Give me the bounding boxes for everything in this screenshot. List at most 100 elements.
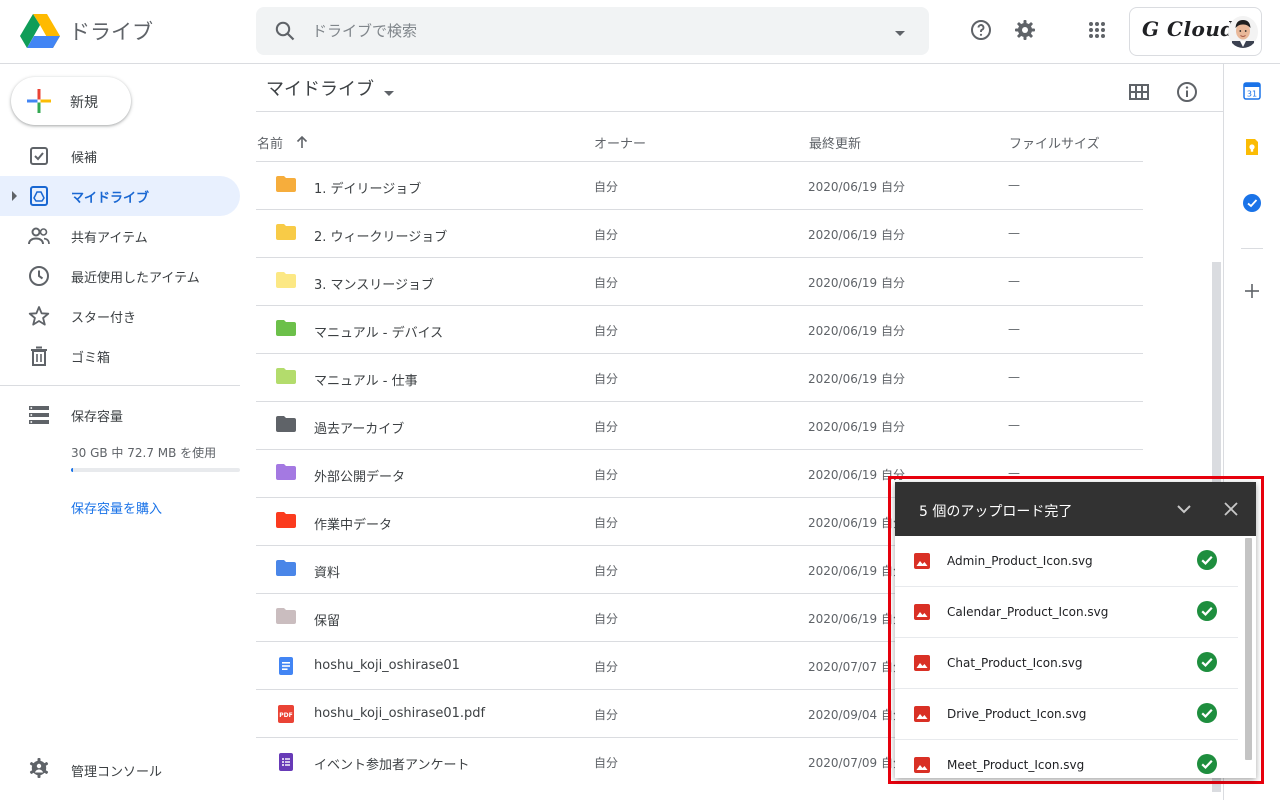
breadcrumb-caret-icon[interactable] — [383, 83, 395, 102]
file-name: マニュアル - デバイス — [314, 326, 444, 341]
file-name: 過去アーカイブ — [314, 422, 405, 437]
people-icon — [27, 224, 51, 248]
file-owner: 自分 — [594, 468, 619, 482]
plus-icon — [27, 89, 51, 117]
expand-arrow-icon[interactable] — [12, 191, 17, 201]
svg-text:31: 31 — [1247, 90, 1257, 99]
collapse-chevron-icon[interactable] — [1172, 497, 1196, 521]
table-row[interactable]: マニュアル - デバイス 自分 2020/06/19 自分 — — [256, 305, 1143, 353]
file-size: — — [1008, 274, 1020, 288]
column-header-size[interactable]: ファイルサイズ — [1009, 133, 1100, 152]
sidebar-item-my-drive[interactable]: マイドライブ — [0, 176, 240, 216]
storage-usage-text: 30 GB 中 72.7 MB を使用 — [71, 446, 217, 460]
sidebar-item-label: 最近使用したアイテム — [71, 271, 200, 286]
folder-icon — [276, 176, 296, 196]
details-button[interactable] — [1167, 74, 1207, 114]
file-name: hoshu_koji_oshirase01.pdf — [314, 706, 486, 721]
table-row[interactable]: 1. デイリージョブ 自分 2020/06/19 自分 — — [256, 161, 1143, 209]
admin-gear-icon — [27, 756, 51, 784]
file-modified: 2020/06/19 自分 — [808, 420, 905, 434]
sidebar-item-label: マイドライブ — [71, 191, 150, 206]
tasks-icon — [1242, 193, 1262, 217]
sidebar-item-label: 候補 — [71, 151, 98, 166]
upload-list: Admin_Product_Icon.svg Calendar_Product_I… — [895, 536, 1256, 778]
search-icon[interactable] — [273, 19, 297, 47]
file-name: イベント参加者アンケート — [314, 758, 470, 773]
column-header-name[interactable]: 名前 — [257, 133, 283, 152]
upload-item[interactable]: Calendar_Product_Icon.svg — [895, 587, 1256, 638]
apps-grid-icon — [1085, 18, 1109, 46]
file-name: hoshu_koji_oshirase01 — [314, 658, 460, 673]
toolbar-divider — [256, 111, 1223, 112]
image-file-icon — [913, 756, 931, 778]
table-row[interactable]: 3. マンスリージョブ 自分 2020/06/19 自分 — — [256, 257, 1143, 305]
sidebar-item-trash[interactable]: ゴミ箱 — [0, 336, 240, 376]
table-row[interactable]: 2. ウィークリージョブ 自分 2020/06/19 自分 — — [256, 209, 1143, 257]
upload-item[interactable]: Drive_Product_Icon.svg — [895, 689, 1256, 740]
help-button[interactable] — [961, 12, 1001, 52]
file-size: — — [1008, 322, 1020, 336]
upload-item[interactable]: Meet_Product_Icon.svg — [895, 740, 1256, 778]
upload-file-name: Admin_Product_Icon.svg — [947, 554, 1093, 568]
document-icon — [276, 656, 296, 680]
new-button[interactable]: 新規 — [11, 77, 131, 125]
file-name: 2. ウィークリージョブ — [314, 230, 448, 245]
calendar-addon-button[interactable]: 31 — [1239, 80, 1265, 106]
search-input[interactable] — [312, 7, 872, 55]
admin-console-link[interactable]: 管理コンソール — [0, 754, 240, 784]
buy-storage-link[interactable]: 保存容量を購入 — [71, 498, 162, 517]
file-owner: 自分 — [594, 228, 619, 242]
file-modified: 2020/06/19 自分 — [808, 372, 905, 386]
storage-usage-bar — [71, 468, 240, 472]
keep-addon-button[interactable] — [1239, 136, 1265, 162]
folder-icon — [276, 320, 296, 340]
file-owner: 自分 — [594, 756, 619, 770]
sidebar-item-suggested[interactable]: 候補 — [0, 136, 240, 176]
file-owner: 自分 — [594, 420, 619, 434]
file-name: 資料 — [314, 566, 341, 581]
upload-item[interactable]: Admin_Product_Icon.svg — [895, 536, 1256, 587]
upload-scrollbar[interactable] — [1245, 538, 1252, 760]
get-addons-button[interactable] — [1239, 280, 1265, 306]
help-icon — [969, 18, 993, 46]
clock-icon — [27, 264, 51, 288]
svg-text:PDF: PDF — [279, 712, 292, 719]
upload-item[interactable]: Chat_Product_Icon.svg — [895, 638, 1256, 689]
file-modified: 2020/06/19 自分 — [808, 228, 905, 242]
search-options-icon[interactable] — [888, 21, 912, 49]
search-bar[interactable] — [256, 7, 929, 55]
apps-button[interactable] — [1077, 12, 1117, 52]
file-size: — — [1008, 418, 1020, 432]
drive-logo-icon[interactable] — [20, 13, 60, 53]
info-icon — [1175, 80, 1199, 108]
folder-icon — [276, 464, 296, 484]
account-switcher[interactable]: G Cloud — [1129, 7, 1262, 56]
breadcrumb[interactable]: マイドライブ — [266, 75, 374, 101]
settings-button[interactable] — [1005, 12, 1045, 52]
file-owner: 自分 — [594, 660, 619, 674]
grid-view-button[interactable] — [1119, 74, 1159, 114]
app-name: ドライブ — [69, 20, 153, 44]
file-name: 3. マンスリージョブ — [314, 278, 435, 293]
sidebar-item-starred[interactable]: スター付き — [0, 296, 240, 336]
sort-arrow-up-icon[interactable] — [295, 134, 309, 153]
file-modified: 2020/06/19 自分 — [808, 180, 905, 194]
folder-icon — [276, 512, 296, 532]
sidebar-item-recent[interactable]: 最近使用したアイテム — [0, 256, 240, 296]
upload-file-name: Drive_Product_Icon.svg — [947, 707, 1087, 721]
table-row[interactable]: 過去アーカイブ 自分 2020/06/19 自分 — — [256, 401, 1143, 449]
upload-complete-check-icon — [1196, 753, 1218, 778]
column-header-modified[interactable]: 最終更新 — [809, 133, 861, 152]
file-owner: 自分 — [594, 372, 619, 386]
upload-complete-check-icon — [1196, 549, 1218, 575]
file-owner: 自分 — [594, 564, 619, 578]
close-icon[interactable] — [1219, 497, 1243, 521]
column-header-owner[interactable]: オーナー — [594, 133, 646, 152]
avatar[interactable] — [1228, 16, 1258, 48]
sidebar-item-shared[interactable]: 共有アイテム — [0, 216, 240, 256]
table-row[interactable]: マニュアル - 仕事 自分 2020/06/19 自分 — — [256, 353, 1143, 401]
storage-title[interactable]: 保存容量 — [71, 406, 123, 425]
tasks-addon-button[interactable] — [1239, 192, 1265, 218]
file-owner: 自分 — [594, 708, 619, 722]
sidebar-divider — [0, 385, 240, 386]
